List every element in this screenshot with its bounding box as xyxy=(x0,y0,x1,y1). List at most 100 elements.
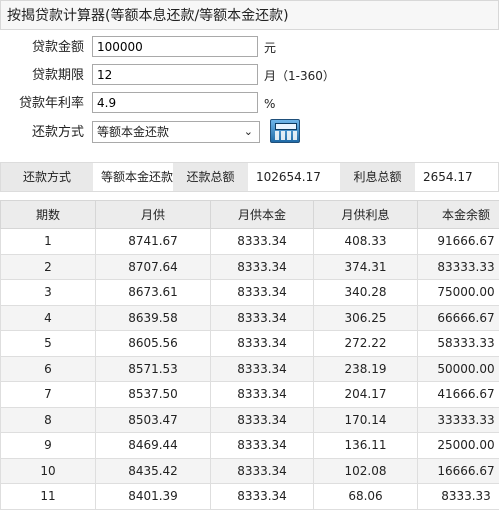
method-label: 还款方式 xyxy=(0,121,84,145)
cell-interest: 204.17 xyxy=(314,382,418,408)
cell-principal: 8333.34 xyxy=(211,280,314,306)
table-row: 118401.398333.3468.068333.33 xyxy=(1,484,499,510)
summary-interest-label: 利息总额 xyxy=(340,163,415,191)
table-row: 98469.448333.34136.1125000.00 xyxy=(1,433,499,459)
term-label: 贷款期限 xyxy=(0,64,84,88)
cell-interest: 306.25 xyxy=(314,305,418,331)
cell-period: 3 xyxy=(1,280,96,306)
cell-period: 8 xyxy=(1,407,96,433)
cell-balance: 58333.33 xyxy=(418,331,499,357)
summary-bar: 还款方式 等额本金还款 还款总额 102654.17 利息总额 2654.17 xyxy=(0,162,499,192)
cell-monthly-payment: 8503.47 xyxy=(96,407,211,433)
summary-interest-value: 2654.17 xyxy=(415,163,498,191)
cell-interest: 340.28 xyxy=(314,280,418,306)
cell-balance: 33333.33 xyxy=(418,407,499,433)
chevron-down-icon: ⌄ xyxy=(244,122,253,142)
table-row: 28707.648333.34374.3183333.33 xyxy=(1,254,499,280)
calculator-screen xyxy=(275,123,297,130)
cell-monthly-payment: 8707.64 xyxy=(96,254,211,280)
table-row: 108435.428333.34102.0816666.67 xyxy=(1,458,499,484)
summary-method-value: 等额本金还款 xyxy=(93,163,173,191)
cell-period: 6 xyxy=(1,356,96,382)
rate-label: 贷款年利率 xyxy=(0,92,84,116)
cell-period: 4 xyxy=(1,305,96,331)
table-row: 78537.508333.34204.1741666.67 xyxy=(1,382,499,408)
cell-balance: 66666.67 xyxy=(418,305,499,331)
cell-principal: 8333.34 xyxy=(211,407,314,433)
amount-unit: 元 xyxy=(264,36,276,60)
summary-method-label: 还款方式 xyxy=(1,163,93,191)
term-row: 贷款期限 月（1-360） xyxy=(0,64,499,91)
cell-monthly-payment: 8435.42 xyxy=(96,458,211,484)
cell-principal: 8333.34 xyxy=(211,382,314,408)
rate-row: 贷款年利率 % xyxy=(0,92,499,119)
summary-total-label: 还款总额 xyxy=(173,163,248,191)
table-row: 88503.478333.34170.1433333.33 xyxy=(1,407,499,433)
cell-principal: 8333.34 xyxy=(211,331,314,357)
cell-monthly-payment: 8401.39 xyxy=(96,484,211,510)
calculator-keys xyxy=(275,131,297,140)
cell-monthly-payment: 8741.67 xyxy=(96,229,211,255)
cell-monthly-payment: 8605.56 xyxy=(96,331,211,357)
cell-principal: 8333.34 xyxy=(211,254,314,280)
rate-unit: % xyxy=(264,92,275,116)
summary-total-value: 102654.17 xyxy=(248,163,340,191)
cell-interest: 68.06 xyxy=(314,484,418,510)
cell-balance: 16666.67 xyxy=(418,458,499,484)
cell-principal: 8333.34 xyxy=(211,356,314,382)
header-monthly-payment: 月供 xyxy=(96,201,211,229)
cell-monthly-payment: 8469.44 xyxy=(96,433,211,459)
table-row: 48639.588333.34306.2566666.67 xyxy=(1,305,499,331)
cell-period: 7 xyxy=(1,382,96,408)
cell-interest: 408.33 xyxy=(314,229,418,255)
cell-balance: 8333.33 xyxy=(418,484,499,510)
table-row: 38673.618333.34340.2875000.00 xyxy=(1,280,499,306)
cell-period: 5 xyxy=(1,331,96,357)
table-header-row: 期数 月供 月供本金 月供利息 本金余额 xyxy=(1,201,499,229)
cell-interest: 238.19 xyxy=(314,356,418,382)
cell-period: 1 xyxy=(1,229,96,255)
amount-row: 贷款金额 元 xyxy=(0,36,499,63)
header-period: 期数 xyxy=(1,201,96,229)
cell-principal: 8333.34 xyxy=(211,484,314,510)
method-selected-value: 等额本金还款 xyxy=(97,125,169,139)
cell-balance: 50000.00 xyxy=(418,356,499,382)
amount-input[interactable] xyxy=(92,36,258,57)
cell-monthly-payment: 8537.50 xyxy=(96,382,211,408)
cell-interest: 136.11 xyxy=(314,433,418,459)
cell-balance: 91666.67 xyxy=(418,229,499,255)
cell-interest: 102.08 xyxy=(314,458,418,484)
term-input[interactable] xyxy=(92,64,258,85)
cell-principal: 8333.34 xyxy=(211,433,314,459)
cell-balance: 75000.00 xyxy=(418,280,499,306)
cell-principal: 8333.34 xyxy=(211,305,314,331)
cell-period: 10 xyxy=(1,458,96,484)
cell-period: 2 xyxy=(1,254,96,280)
table-row: 68571.538333.34238.1950000.00 xyxy=(1,356,499,382)
header-interest: 月供利息 xyxy=(314,201,418,229)
term-unit: 月（1-360） xyxy=(264,64,335,88)
cell-balance: 25000.00 xyxy=(418,433,499,459)
amount-label: 贷款金额 xyxy=(0,36,84,60)
page-title: 按揭贷款计算器(等额本息还款/等额本金还款) xyxy=(0,0,499,30)
table-row: 58605.568333.34272.2258333.33 xyxy=(1,331,499,357)
cell-balance: 83333.33 xyxy=(418,254,499,280)
method-row: 还款方式 等额本金还款 ⌄ xyxy=(0,121,499,148)
cell-balance: 41666.67 xyxy=(418,382,499,408)
repayment-schedule-table: 期数 月供 月供本金 月供利息 本金余额 18741.678333.34408.… xyxy=(0,200,499,510)
cell-period: 11 xyxy=(1,484,96,510)
cell-monthly-payment: 8673.61 xyxy=(96,280,211,306)
rate-input[interactable] xyxy=(92,92,258,113)
table-row: 18741.678333.34408.3391666.67 xyxy=(1,229,499,255)
cell-monthly-payment: 8639.58 xyxy=(96,305,211,331)
header-balance: 本金余额 xyxy=(418,201,499,229)
cell-interest: 374.31 xyxy=(314,254,418,280)
cell-principal: 8333.34 xyxy=(211,458,314,484)
cell-interest: 170.14 xyxy=(314,407,418,433)
header-principal: 月供本金 xyxy=(211,201,314,229)
calculator-icon[interactable] xyxy=(270,119,300,143)
cell-principal: 8333.34 xyxy=(211,229,314,255)
cell-period: 9 xyxy=(1,433,96,459)
method-select[interactable]: 等额本金还款 ⌄ xyxy=(92,121,260,143)
cell-monthly-payment: 8571.53 xyxy=(96,356,211,382)
